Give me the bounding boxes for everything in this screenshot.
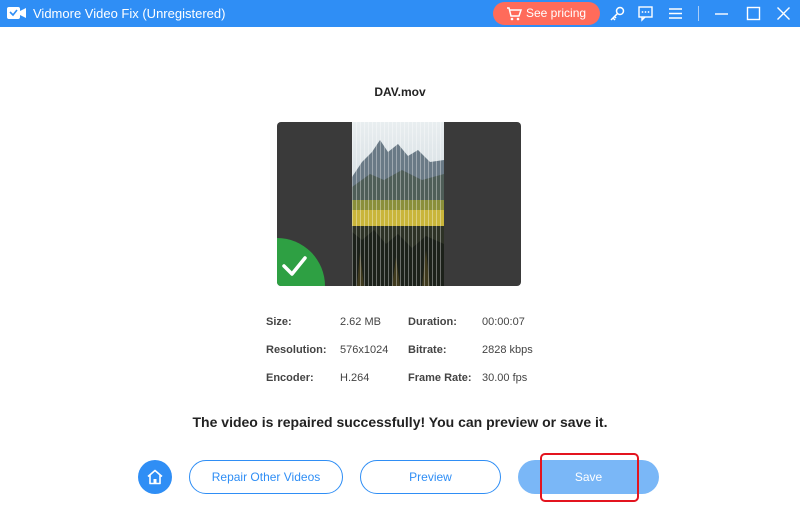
- resolution-label: Resolution:: [266, 344, 327, 356]
- key-icon[interactable]: [609, 5, 626, 22]
- bitrate-label: Bitrate:: [408, 344, 447, 356]
- see-pricing-label: See pricing: [526, 6, 587, 20]
- maximize-icon[interactable]: [745, 5, 762, 22]
- encoder-value: H.264: [340, 372, 370, 384]
- framerate-value: 30.00 fps: [482, 372, 528, 384]
- home-button[interactable]: [138, 460, 172, 494]
- duration-value: 00:00:07: [482, 316, 525, 328]
- video-preview: [277, 122, 521, 286]
- bitrate-value: 2828 kbps: [482, 344, 533, 356]
- save-button[interactable]: Save: [518, 460, 659, 494]
- menu-icon[interactable]: [667, 5, 684, 22]
- minimize-icon[interactable]: [713, 5, 730, 22]
- success-check-icon: [277, 238, 325, 286]
- window-title: Vidmore Video Fix (Unregistered): [33, 6, 226, 21]
- preview-button[interactable]: Preview: [360, 460, 501, 494]
- video-filename: DAV.mov: [374, 85, 426, 99]
- app-logo-icon: [7, 7, 26, 19]
- repair-other-videos-button[interactable]: Repair Other Videos: [189, 460, 343, 494]
- size-label: Size:: [266, 316, 292, 328]
- duration-label: Duration:: [408, 316, 457, 328]
- resolution-value: 576x1024: [340, 344, 389, 356]
- close-icon[interactable]: [775, 5, 792, 22]
- feedback-icon[interactable]: [637, 5, 654, 22]
- success-message: The video is repaired successfully! You …: [192, 414, 608, 430]
- home-icon: [147, 469, 163, 485]
- titlebar-separator: [698, 6, 699, 21]
- see-pricing-button[interactable]: See pricing: [493, 2, 600, 25]
- framerate-label: Frame Rate:: [408, 372, 472, 384]
- cart-icon: [507, 7, 522, 21]
- title-bar: Vidmore Video Fix (Unregistered) See pri…: [0, 0, 800, 27]
- size-value: 2.62 MB: [340, 316, 381, 328]
- encoder-label: Encoder:: [266, 372, 314, 384]
